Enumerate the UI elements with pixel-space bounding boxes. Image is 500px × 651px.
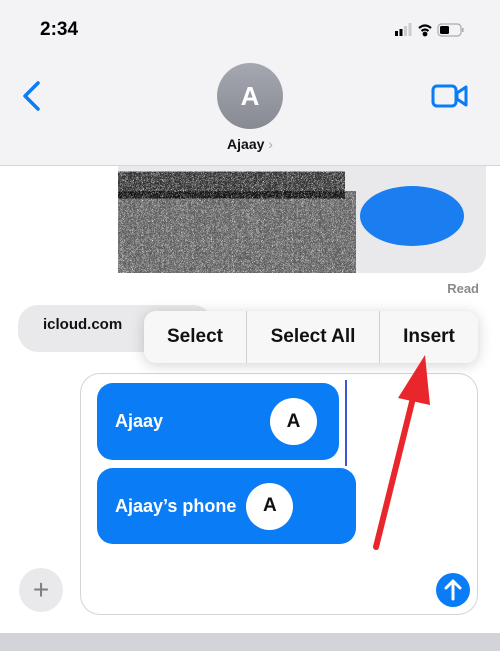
back-chevron-icon[interactable] <box>20 80 44 112</box>
read-receipt: Read <box>447 281 479 296</box>
chip-avatar: A <box>246 482 294 530</box>
contact-avatar[interactable]: A <box>217 63 283 129</box>
chip-label: Ajaay’s phone <box>115 495 237 516</box>
keyboard-edge <box>0 633 500 651</box>
contact-name: Ajaay <box>227 136 265 152</box>
chip-label: Ajaay <box>115 411 164 431</box>
redacted-content <box>136 174 464 268</box>
text-cursor <box>345 380 347 466</box>
wifi-icon <box>418 24 432 37</box>
contact-chip-ajaay[interactable]: Ajaay A <box>97 383 339 460</box>
arrow-up-icon <box>444 579 462 601</box>
status-icons <box>395 23 464 37</box>
menu-item-select[interactable]: Select <box>144 311 247 363</box>
video-call-icon[interactable] <box>431 83 469 109</box>
plus-button[interactable]: + <box>19 568 63 612</box>
send-button[interactable] <box>436 573 470 607</box>
battery-icon <box>437 23 464 37</box>
contact-chip-ajaay-phone[interactable]: Ajaay’s phone A <box>97 468 356 544</box>
status-time: 2:34 <box>40 19 79 40</box>
contact-name-button[interactable]: Ajaay › <box>0 136 500 152</box>
chevron-right-icon: › <box>268 136 273 152</box>
annotation-arrow <box>373 355 430 550</box>
signal-icon <box>395 23 412 36</box>
sent-message-bubble[interactable] <box>118 166 486 273</box>
chip-avatar: A <box>270 398 317 445</box>
